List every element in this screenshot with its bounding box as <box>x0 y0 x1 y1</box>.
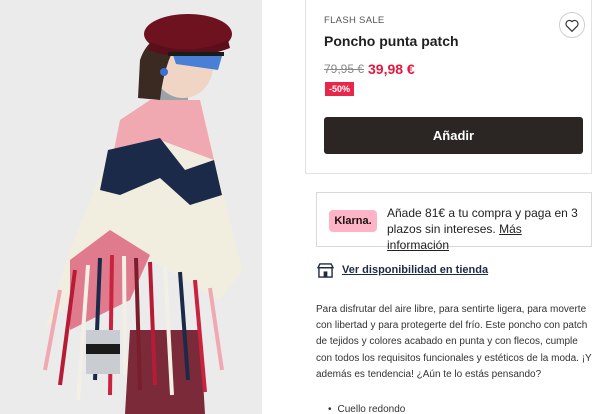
model-illustration <box>0 0 262 414</box>
klarna-logo: Klarna. <box>329 210 377 232</box>
feature-bullet: Cuello redondo <box>328 404 406 414</box>
klarna-message: Añade 81€ a tu compra y paga en 3 plazos… <box>387 205 587 253</box>
original-price: 79,95 € <box>324 62 365 76</box>
product-title: Poncho punta patch <box>324 33 459 49</box>
flash-sale-label: FLASH SALE <box>324 15 385 26</box>
add-to-cart-button[interactable]: Añadir <box>324 117 583 154</box>
favorite-button[interactable] <box>559 12 585 38</box>
product-photo <box>0 0 262 414</box>
product-description: Para disfrutar del aire libre, para sent… <box>316 304 592 380</box>
heart-icon <box>565 19 579 32</box>
klarna-text: Añade 81€ a tu compra y paga en 3 plazos… <box>387 206 578 236</box>
sale-price: 39,98 € <box>368 61 415 77</box>
product-card: FLASH SALE Poncho punta patch 79,95 € 39… <box>305 0 592 174</box>
store-icon <box>317 262 334 278</box>
store-availability-link[interactable]: Ver disponibilidad en tienda <box>342 264 488 276</box>
store-availability[interactable]: Ver disponibilidad en tienda <box>317 261 488 279</box>
klarna-box: Klarna. Añade 81€ a tu compra y paga en … <box>316 192 592 252</box>
discount-badge: -50% <box>325 82 355 96</box>
